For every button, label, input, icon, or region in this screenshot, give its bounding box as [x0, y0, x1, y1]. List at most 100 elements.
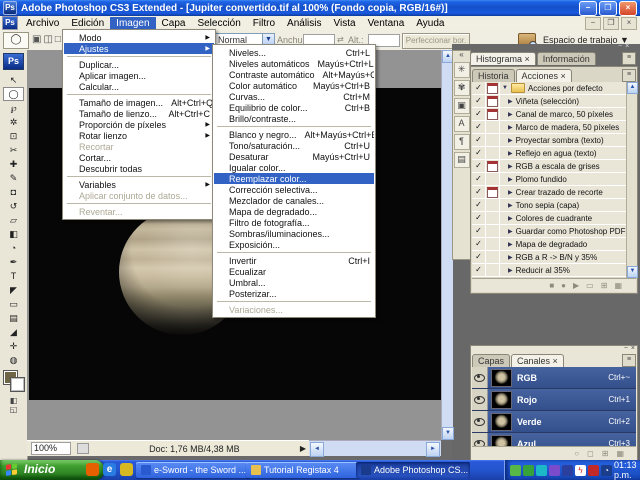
menubar-item-imagen[interactable]: Imagen — [110, 16, 156, 30]
well-close-button[interactable]: × — [625, 43, 629, 50]
notes-tool[interactable]: ▤ — [3, 311, 24, 325]
action-dialog-toggle[interactable] — [486, 212, 500, 224]
mdi-close-button[interactable]: × — [621, 16, 637, 30]
path-selection-tool[interactable]: ◤ — [3, 283, 24, 297]
action-checkbox[interactable]: ✓ — [472, 95, 486, 107]
expand-icon[interactable]: ▶ — [508, 267, 513, 274]
task-button[interactable]: Adobe Photoshop CS... — [356, 462, 470, 478]
action-checkbox[interactable]: ✓ — [472, 108, 486, 120]
menu-item[interactable]: Aplicar imagen... — [64, 70, 214, 81]
menubar-item-ventana[interactable]: Ventana — [362, 17, 411, 30]
tab-canales[interactable]: Canales × — [511, 354, 564, 367]
horizontal-scrollbar[interactable]: ◄ ► — [309, 440, 441, 457]
expand-icon[interactable]: ▶ — [508, 228, 513, 235]
expand-icon[interactable]: ▶ — [508, 176, 513, 183]
menu-item[interactable]: Tamaño de lienzo... Alt+Ctrl+C — [64, 108, 214, 119]
action-checkbox[interactable]: ✓ — [472, 199, 486, 211]
action-checkbox[interactable]: ✓ — [472, 82, 486, 94]
quick-launch-ie-icon[interactable]: e — [103, 463, 116, 476]
action-dialog-toggle[interactable] — [486, 95, 500, 107]
scroll-right-icon[interactable]: ► — [426, 442, 440, 457]
action-row[interactable]: ✓ ▶ Guardar como Photoshop PDF — [472, 225, 626, 238]
scroll-up-icon[interactable]: ▲ — [627, 82, 638, 94]
menu-item[interactable]: Reemplazar color... — [214, 173, 374, 184]
action-checkbox[interactable]: ✓ — [472, 264, 486, 276]
menu-item[interactable]: Filtro de fotografía... — [214, 217, 374, 228]
action-row[interactable]: ✓ ▼ Acciones por defecto — [472, 82, 626, 95]
record-button[interactable]: ● — [561, 281, 566, 290]
action-row[interactable]: ✓ ▶ Reflejo en agua (texto) — [472, 147, 626, 160]
action-checkbox[interactable]: ✓ — [472, 251, 486, 263]
action-checkbox[interactable]: ✓ — [472, 147, 486, 159]
tab-histograma[interactable]: Histograma × — [470, 52, 536, 65]
menu-item[interactable]: Ecualizar — [214, 266, 374, 277]
character-button[interactable]: A — [453, 116, 470, 132]
action-dialog-toggle[interactable] — [486, 173, 500, 185]
zoom-tool[interactable]: ◍ — [3, 353, 24, 367]
channel-row[interactable]: Verde Ctrl+2 — [472, 411, 636, 433]
menu-item[interactable]: Sombras/iluminaciones... — [214, 228, 374, 239]
screen-mode-button[interactable]: ◱ — [0, 405, 27, 414]
dock-collapse-button[interactable]: « — [453, 51, 470, 60]
selection-mode-icons[interactable]: ▣ ◫ □ — [32, 34, 61, 45]
menubar-item-selección[interactable]: Selección — [191, 17, 246, 30]
expand-icon[interactable]: ▶ — [508, 202, 513, 209]
expand-icon[interactable]: ▶ — [508, 241, 513, 248]
expand-icon[interactable]: ▶ — [508, 189, 513, 196]
slice-tool[interactable]: ✂ — [3, 143, 24, 157]
shape-tool[interactable]: ▭ — [3, 297, 24, 311]
menubar-item-ayuda[interactable]: Ayuda — [410, 17, 450, 30]
quick-launch-firefox-icon[interactable] — [86, 463, 99, 476]
action-row[interactable]: ✓ ▶ Marco de madera, 50 píxeles — [472, 121, 626, 134]
expand-icon[interactable]: ▶ — [508, 163, 513, 170]
hand-tool[interactable]: ✛ — [3, 339, 24, 353]
elliptical-marquee-tool[interactable]: ◯ — [3, 87, 24, 101]
menu-item[interactable]: Modo ▶ — [64, 32, 214, 43]
eraser-tool[interactable]: ▱ — [3, 213, 24, 227]
menu-item[interactable]: Igualar color... — [214, 162, 374, 173]
eyedropper-tool[interactable]: ◢ — [3, 325, 24, 339]
menubar-item-capa[interactable]: Capa — [156, 17, 192, 30]
menu-item[interactable]: Reventar... — [64, 206, 214, 217]
menu-item[interactable]: Color automático Mayús+Ctrl+B — [214, 80, 374, 91]
panel-minimize-button[interactable]: − — [624, 345, 628, 352]
menu-item[interactable]: Recortar — [64, 141, 214, 152]
tray-icon-disc[interactable] — [536, 464, 547, 476]
expand-icon[interactable]: ▶ — [508, 150, 513, 157]
tray-icon-messenger[interactable] — [523, 464, 534, 476]
clone-source-button[interactable]: ▣ — [453, 98, 470, 114]
menu-item[interactable]: Variables ▶ — [64, 179, 214, 190]
action-dialog-toggle[interactable] — [486, 225, 500, 237]
tray-icon-blue-app[interactable] — [562, 464, 573, 476]
menu-item[interactable]: Proporción de píxeles ▶ — [64, 119, 214, 130]
menu-item[interactable]: Descubrir todas — [64, 163, 214, 174]
menu-item[interactable]: Calcular... — [64, 81, 214, 92]
blur-tool[interactable]: ◔ — [3, 241, 24, 255]
load-selection-button[interactable]: ○ — [574, 449, 579, 458]
tray-icon-purple-app[interactable] — [549, 464, 560, 476]
menubar-item-filtro[interactable]: Filtro — [247, 17, 281, 30]
action-dialog-toggle[interactable] — [486, 108, 500, 120]
menu-item[interactable]: Aplicar conjunto de datos... — [64, 190, 214, 201]
tray-icon-clock[interactable]: ◔ — [601, 464, 612, 476]
mdi-minimize-button[interactable]: − — [585, 16, 601, 30]
menu-item[interactable]: Corrección selectiva... — [214, 184, 374, 195]
action-dialog-toggle[interactable] — [486, 199, 500, 211]
action-dialog-toggle[interactable] — [486, 160, 500, 172]
visibility-toggle[interactable] — [472, 411, 488, 432]
active-tool-button[interactable]: ◯ — [3, 32, 29, 49]
pen-tool[interactable]: ✒ — [3, 255, 24, 269]
action-row[interactable]: ✓ ▶ Canal de marco, 50 píxeles — [472, 108, 626, 121]
layer-comps-button[interactable]: ▤ — [453, 152, 470, 168]
action-checkbox[interactable]: ✓ — [472, 186, 486, 198]
menu-item[interactable]: Tono/saturación... Ctrl+U — [214, 140, 374, 151]
delete-button[interactable]: ▦ — [614, 281, 622, 290]
well-minimize-button[interactable]: − — [618, 43, 622, 50]
action-row[interactable]: ✓ ▶ RGB a R -> B/N y 35% — [472, 251, 626, 264]
panel-menu-button[interactable]: ≡ — [622, 69, 636, 82]
channel-row[interactable]: RGB Ctrl+~ — [472, 367, 636, 389]
quick-mask-button[interactable]: ◧ — [0, 396, 27, 405]
tray-icon-antivirus[interactable]: ϟ — [575, 464, 586, 476]
action-row[interactable]: ✓ ▶ Crear trazado de recorte — [472, 186, 626, 199]
gradient-tool[interactable]: ◧ — [3, 227, 24, 241]
